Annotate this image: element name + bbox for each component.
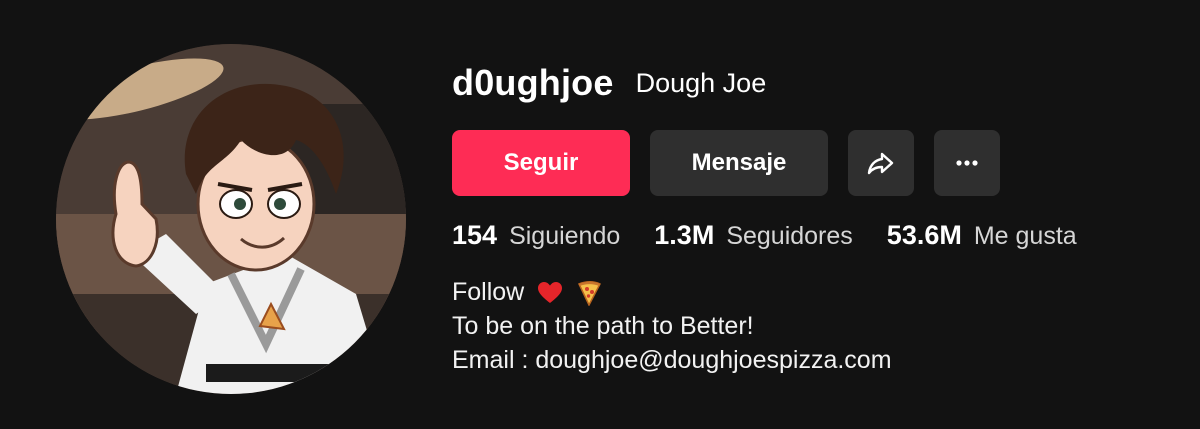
- pizza-icon: [578, 281, 602, 307]
- more-button[interactable]: [934, 130, 1000, 196]
- avatar[interactable]: [56, 44, 406, 394]
- stat-value: 1.3M: [654, 220, 715, 250]
- stat-followers[interactable]: 1.3M Seguidores: [654, 220, 853, 251]
- username: d0ughjoe: [452, 62, 614, 103]
- bio-line-3: Email : doughjoe@doughjoespizza.com: [452, 346, 892, 374]
- bio-line-1: Follow: [452, 275, 1111, 309]
- stat-label: Me gusta: [973, 222, 1077, 250]
- profile-info: d0ughjoe Dough Joe Seguir Mensaje 154 Si…: [452, 62, 1111, 377]
- share-arrow-icon: [867, 152, 894, 175]
- profile-bio: Follow To be on the path to Better! Emai…: [452, 275, 1111, 377]
- profile-actions: Seguir Mensaje: [452, 130, 1111, 196]
- bio-line-2: To be on the path to Better!: [452, 312, 754, 340]
- stat-label: Siguiendo: [509, 222, 621, 250]
- avatar-image: [56, 44, 406, 394]
- message-button[interactable]: Mensaje: [650, 130, 828, 196]
- stat-label: Seguidores: [726, 222, 853, 250]
- share-button[interactable]: [848, 130, 914, 196]
- red-heart-icon: [538, 282, 563, 304]
- name-row: d0ughjoe Dough Joe: [452, 62, 1111, 114]
- bio-follow-text: Follow: [452, 278, 525, 306]
- nickname: Dough Joe: [635, 68, 767, 98]
- stat-likes: 53.6M Me gusta: [887, 220, 1077, 251]
- follow-button[interactable]: Seguir: [452, 130, 630, 196]
- stat-value: 154: [452, 220, 498, 250]
- profile-header: d0ughjoe Dough Joe Seguir Mensaje 154 Si…: [0, 0, 1200, 429]
- profile-stats: 154 Siguiendo 1.3M Seguidores 53.6M Me g…: [452, 220, 1111, 254]
- stat-following[interactable]: 154 Siguiendo: [452, 220, 620, 251]
- more-dots-icon: [956, 160, 978, 166]
- stat-value: 53.6M: [886, 220, 962, 250]
